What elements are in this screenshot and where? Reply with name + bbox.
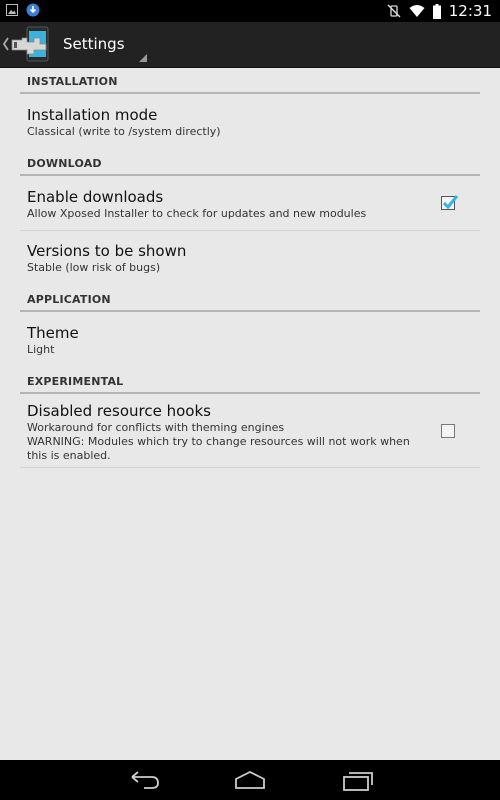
pref-warning: WARNING: Modules which try to change res… — [27, 435, 410, 462]
xposed-app-icon — [2, 26, 49, 62]
status-bar-system: 12:31 — [387, 2, 492, 20]
wifi-icon — [409, 4, 425, 18]
pref-title: Enable downloads — [27, 188, 164, 206]
pref-installation-mode[interactable]: Installation mode Classical (write to /s… — [20, 94, 480, 148]
home-icon[interactable] — [230, 768, 270, 792]
pref-versions-shown[interactable]: Versions to be shown Stable (low risk of… — [20, 231, 480, 285]
navigation-bar — [0, 760, 500, 800]
category-download: DOWNLOAD — [20, 150, 480, 176]
category-header: EXPERIMENTAL — [27, 375, 124, 388]
up-button[interactable] — [0, 22, 56, 68]
battery-icon — [432, 3, 441, 19]
action-bar: Settings — [0, 22, 500, 68]
category-header: INSTALLATION — [27, 75, 118, 88]
back-icon[interactable] — [124, 768, 164, 792]
pref-summary: Light — [27, 343, 55, 356]
pref-title: Theme — [27, 324, 79, 342]
category-application: APPLICATION — [20, 286, 480, 312]
enable-downloads-checkbox[interactable] — [441, 195, 459, 210]
pref-title: Versions to be shown — [27, 242, 187, 260]
settings-list: INSTALLATION Installation mode Classical… — [0, 68, 500, 760]
pref-summary: Stable (low risk of bugs) — [27, 261, 161, 274]
pref-enable-downloads[interactable]: Enable downloads Allow Xposed Installer … — [20, 176, 480, 231]
vibrate-off-icon — [387, 4, 401, 18]
category-experimental: EXPERIMENTAL — [20, 368, 480, 394]
pref-summary: Workaround for conflicts with theming en… — [27, 421, 285, 434]
dropdown-indicator-icon[interactable] — [139, 54, 147, 62]
pref-theme[interactable]: Theme Light — [20, 312, 480, 366]
pref-summary: Allow Xposed Installer to check for upda… — [27, 207, 367, 220]
recents-icon[interactable] — [338, 768, 378, 792]
category-header: APPLICATION — [27, 293, 111, 306]
disabled-resource-hooks-checkbox[interactable] — [441, 424, 455, 438]
pref-disabled-resource-hooks[interactable]: Disabled resource hooks Workaround for c… — [20, 394, 480, 468]
pref-summary: Classical (write to /system directly) — [27, 125, 221, 138]
checkmark-icon — [442, 195, 459, 210]
clock: 12:31 — [448, 2, 492, 20]
download-icon — [26, 3, 40, 17]
pref-title: Installation mode — [27, 106, 158, 124]
image-icon — [6, 4, 18, 16]
status-bar: 12:31 — [0, 0, 500, 22]
status-bar-notifications — [6, 3, 40, 17]
category-header: DOWNLOAD — [27, 157, 102, 170]
pref-title: Disabled resource hooks — [27, 402, 211, 420]
category-installation: INSTALLATION — [20, 68, 480, 94]
page-title: Settings — [63, 35, 125, 53]
